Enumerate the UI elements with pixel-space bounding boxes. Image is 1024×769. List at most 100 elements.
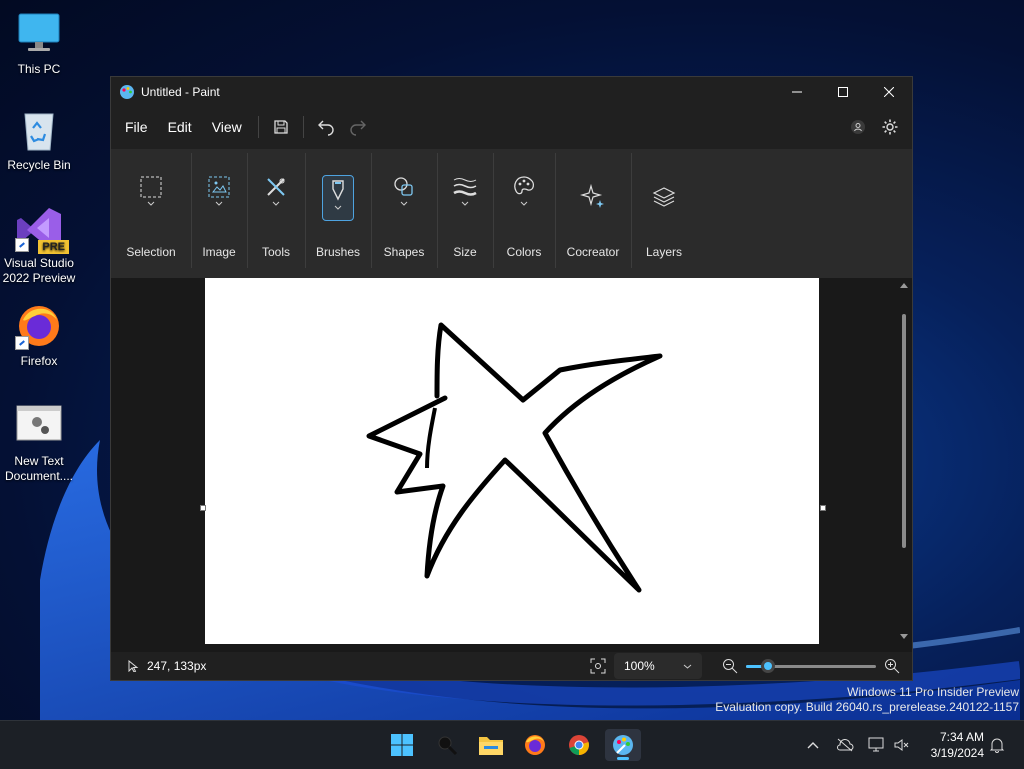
zoom-out-icon[interactable]: [722, 658, 738, 674]
taskbar-paint[interactable]: [605, 729, 641, 761]
settings-button[interactable]: [874, 112, 906, 142]
resize-handle-left[interactable]: [200, 505, 206, 511]
taskbar-search[interactable]: [429, 729, 465, 761]
bell-icon: [989, 738, 1005, 753]
menu-edit[interactable]: Edit: [158, 112, 202, 142]
close-icon: [884, 87, 894, 97]
ribbon-label: Selection: [126, 245, 176, 259]
vertical-scrollbar[interactable]: [896, 278, 912, 652]
fit-to-window-icon[interactable]: [590, 658, 606, 674]
text-document-icon: [15, 402, 63, 450]
watermark-line1: Windows 11 Pro Insider Preview: [847, 685, 1019, 699]
clock-date: 3/19/2024: [930, 746, 984, 760]
resize-handle-right[interactable]: [820, 505, 826, 511]
chevron-down-icon: [215, 201, 223, 206]
save-button[interactable]: [265, 112, 297, 142]
volume-button[interactable]: [892, 721, 912, 769]
zoom-in-icon[interactable]: [884, 658, 900, 674]
chevron-down-icon: [520, 201, 528, 206]
undo-button[interactable]: [310, 112, 342, 142]
menu-file[interactable]: File: [115, 112, 158, 142]
layers-icon: [648, 175, 680, 219]
redo-button[interactable]: [342, 112, 374, 142]
notifications-button[interactable]: [986, 721, 1008, 769]
monitor-icon: [15, 10, 63, 58]
title-bar[interactable]: Untitled - Paint: [111, 77, 912, 107]
desktop-icon-this-pc[interactable]: This PC: [2, 10, 76, 77]
zoom-dropdown[interactable]: 100%: [614, 653, 702, 679]
chevron-up-icon: [807, 742, 819, 749]
minimize-icon: [792, 91, 802, 93]
windows-logo-icon: [391, 734, 413, 756]
drawing-canvas[interactable]: [205, 278, 819, 644]
paint-window: Untitled - Paint File Edit View Selectio…: [110, 76, 913, 681]
ribbon-group-shapes[interactable]: Shapes: [371, 149, 437, 278]
selection-icon: [135, 175, 167, 219]
chrome-icon: [569, 735, 589, 755]
minimize-button[interactable]: [774, 77, 820, 107]
maximize-button[interactable]: [820, 77, 866, 107]
paint-app-icon: [613, 735, 633, 755]
visual-studio-icon: PRE: [15, 204, 69, 254]
taskbar-file-explorer[interactable]: [473, 729, 509, 761]
onedrive-button[interactable]: [834, 721, 856, 769]
account-button[interactable]: [842, 112, 874, 142]
ribbon-group-selection[interactable]: Selection: [111, 149, 191, 278]
ribbon-group-image[interactable]: Image: [191, 149, 247, 278]
close-button[interactable]: [866, 77, 912, 107]
folder-icon: [479, 737, 503, 755]
desktop-icon-firefox[interactable]: Firefox: [2, 302, 76, 369]
ribbon-group-size[interactable]: Size: [437, 149, 493, 278]
canvas-workspace: [111, 278, 912, 652]
brush-icon: [322, 175, 354, 221]
chevron-down-icon: [147, 201, 155, 206]
taskbar-firefox[interactable]: [517, 729, 553, 761]
window-title: Untitled - Paint: [141, 85, 220, 99]
chevron-down-icon: [334, 205, 342, 210]
desktop-icon-visual-studio[interactable]: PRE Visual Studio 2022 Preview: [2, 204, 76, 286]
pre-badge: PRE: [38, 240, 69, 254]
ribbon-group-brushes[interactable]: Brushes: [305, 149, 371, 278]
shortcut-arrow-icon: [15, 336, 29, 350]
ribbon-group-layers[interactable]: Layers: [631, 149, 697, 278]
chevron-down-icon: [272, 201, 280, 206]
zoom-slider[interactable]: [746, 656, 876, 676]
star-drawing: [366, 322, 663, 593]
ribbon-group-colors[interactable]: Colors: [493, 149, 555, 278]
palette-icon: [508, 175, 540, 219]
ribbon-group-tools[interactable]: Tools: [247, 149, 305, 278]
desktop-icon-label: New Text Document....: [4, 454, 74, 483]
start-button[interactable]: [384, 729, 420, 761]
ribbon-group-cocreator[interactable]: Cocreator: [555, 149, 631, 278]
taskbar-chrome[interactable]: [561, 729, 597, 761]
desktop-icon-recycle-bin[interactable]: Recycle Bin: [2, 106, 76, 173]
network-icon: [868, 737, 884, 752]
taskbar: 7:34 AM 3/19/2024: [0, 720, 1024, 769]
gear-icon: [882, 119, 898, 135]
ribbon-label: Tools: [261, 245, 290, 259]
pointer-icon: [128, 660, 139, 672]
redo-icon: [350, 120, 366, 136]
desktop-icon-label: Recycle Bin: [7, 158, 71, 172]
paint-app-icon: [120, 85, 134, 99]
network-button[interactable]: [866, 721, 888, 769]
chevron-down-icon: [400, 201, 408, 206]
ribbon-toolbar: Selection Image Tools Brushes Shapes Siz…: [111, 149, 912, 278]
divider: [302, 116, 304, 138]
windows-watermark: Windows 11 Pro Insider Preview Evaluatio…: [715, 685, 1019, 715]
menu-view[interactable]: View: [202, 112, 252, 142]
chevron-down-icon: [461, 201, 469, 206]
firefox-icon: [525, 735, 545, 755]
cloud-offline-icon: [837, 738, 854, 752]
clock-time: 7:34 AM: [939, 730, 984, 744]
image-icon: [203, 175, 235, 219]
slider-thumb[interactable]: [761, 659, 776, 673]
ribbon-label: Image: [202, 245, 236, 259]
system-clock[interactable]: 7:34 AM 3/19/2024: [931, 729, 984, 761]
show-hidden-icons-button[interactable]: [802, 721, 824, 769]
desktop-icon-new-text-document[interactable]: New Text Document....: [2, 402, 76, 484]
sparkle-icon: [577, 175, 609, 219]
active-app-indicator: [617, 757, 629, 760]
size-icon: [449, 175, 481, 219]
tools-icon: [260, 175, 292, 219]
